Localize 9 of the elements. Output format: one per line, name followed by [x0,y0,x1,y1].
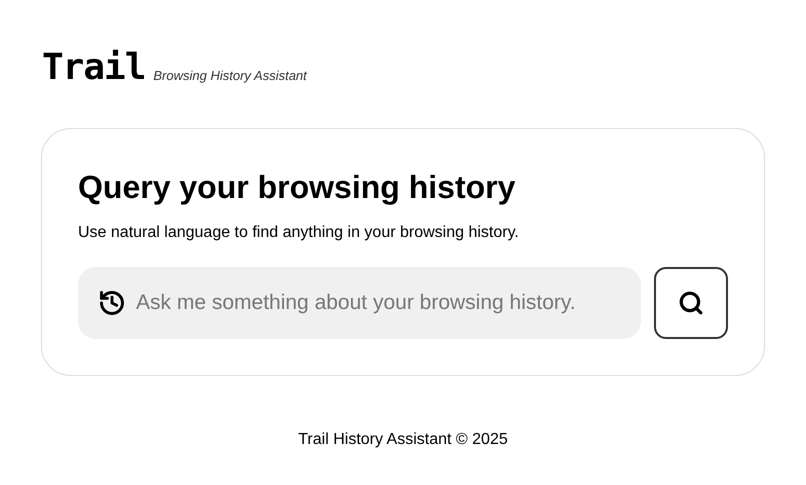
logo: Trail [42,48,146,88]
tagline: Browsing History Assistant [153,66,307,85]
card-title: Query your browsing history [78,168,516,207]
card-description: Use natural language to find anything in your browsing history. [78,223,520,243]
footer-text: Trail History Assistant © 2025 [298,430,508,450]
search-field[interactable]: Ask me something about your browsing history. [78,267,642,339]
search-button[interactable] [654,267,728,339]
search-icon [678,290,704,316]
history-icon [98,289,126,317]
